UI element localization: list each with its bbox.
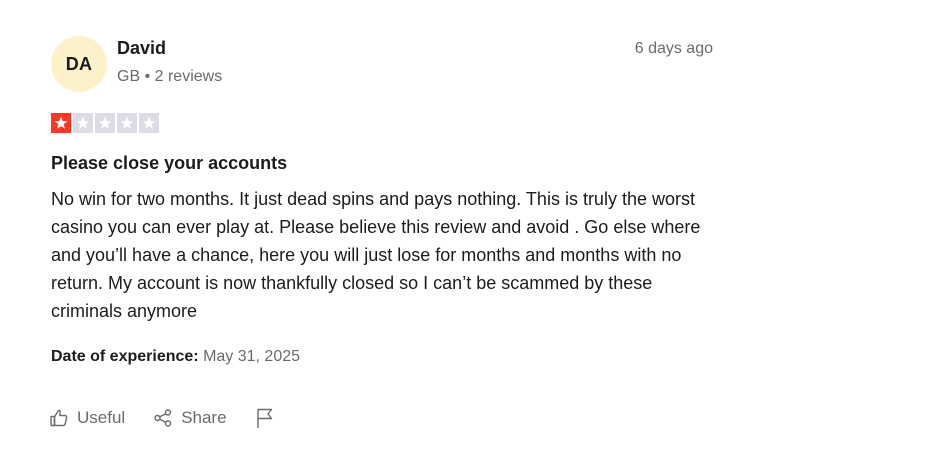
share-icon (153, 408, 173, 428)
share-button[interactable]: Share (153, 408, 227, 428)
star-empty-icon (95, 113, 115, 133)
star-empty-icon (117, 113, 137, 133)
avatar-initials: DA (65, 53, 93, 74)
experience-date: May 31, 2025 (203, 348, 301, 365)
reviewer-name[interactable]: David (117, 38, 166, 59)
useful-button[interactable]: Useful (49, 408, 125, 428)
flag-icon (255, 407, 275, 429)
meta-separator: • (140, 68, 155, 85)
date-of-experience: Date of experience: May 31, 2025 (51, 348, 300, 366)
thumbs-up-icon (49, 408, 69, 428)
reviewer-meta: GB • 2 reviews (117, 68, 222, 86)
star-filled-icon (51, 113, 71, 133)
review-actions: Useful Share (49, 407, 303, 429)
review-card: DA David GB • 2 reviews 6 days ago Pleas… (0, 0, 925, 455)
star-empty-icon (139, 113, 159, 133)
review-body: No win for two months. It just dead spin… (51, 189, 701, 321)
useful-label: Useful (77, 408, 126, 427)
avatar[interactable]: DA (51, 36, 107, 92)
report-button[interactable] (255, 407, 275, 429)
review-posted-date: 6 days ago (634, 40, 713, 57)
star-empty-icon (73, 113, 93, 133)
review-title[interactable]: Please close your accounts (51, 153, 287, 174)
reviewer-review-count[interactable]: 2 reviews (155, 68, 223, 85)
star-rating (51, 113, 159, 133)
share-label: Share (181, 408, 227, 427)
experience-label: Date of experience: (51, 348, 199, 365)
reviewer-country: GB (117, 68, 141, 85)
